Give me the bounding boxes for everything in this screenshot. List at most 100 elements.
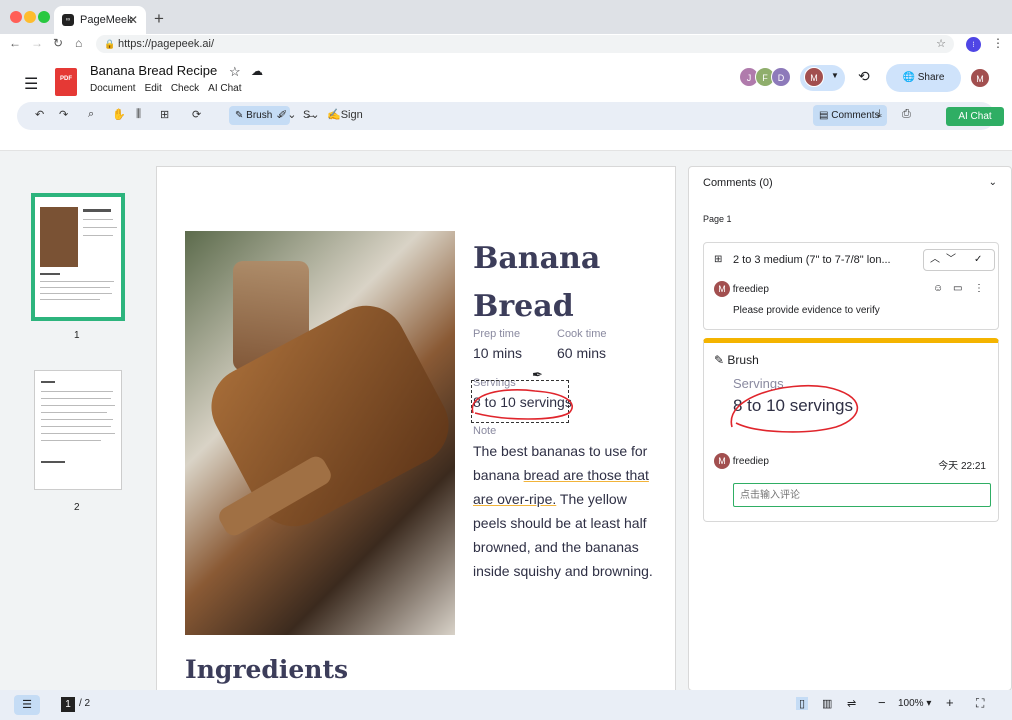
user-presence-dropdown[interactable]: M ▼ bbox=[800, 65, 845, 91]
browser-menu-icon[interactable]: ⋮ bbox=[992, 36, 1004, 50]
menu-document[interactable]: Document bbox=[90, 83, 136, 94]
comments-page-label: Page 1 bbox=[703, 214, 732, 224]
zoom-out-icon[interactable]: − bbox=[878, 695, 886, 710]
reload-icon[interactable]: ↻ bbox=[53, 36, 63, 50]
url-field[interactable]: 🔒 https://pagepeek.ai/ ☆ bbox=[96, 35, 954, 53]
thumbnail-label-2: 2 bbox=[74, 502, 80, 513]
comments-header: Comments (0) bbox=[703, 177, 773, 189]
download-icon[interactable]: ⤓ bbox=[877, 108, 882, 121]
bookmark-star-icon[interactable]: ☆ bbox=[936, 35, 946, 53]
comment-input[interactable] bbox=[733, 483, 991, 507]
browser-tab-strip: ∞ PageMeek ✕ + bbox=[0, 0, 1012, 34]
share-button[interactable]: 🌐 Share bbox=[886, 64, 961, 92]
collaborator-avatar[interactable]: D bbox=[771, 67, 791, 87]
fullscreen-icon[interactable]: ⛶ bbox=[976, 696, 984, 711]
close-tab-icon[interactable]: ✕ bbox=[128, 13, 138, 27]
commenter-avatar: M bbox=[714, 453, 730, 469]
print-icon[interactable]: ⎙ bbox=[902, 108, 911, 121]
comment-author: M freediep bbox=[714, 281, 769, 297]
comment-note-icon: ⊞ bbox=[714, 254, 723, 265]
banana-bread-photo bbox=[185, 231, 463, 635]
select-text-icon[interactable]: ⫼ bbox=[136, 108, 141, 121]
highlighter-icon[interactable]: ✐⌄ bbox=[278, 108, 296, 121]
document-title[interactable]: Banana Bread Recipe bbox=[90, 63, 217, 78]
strikethrough-icon[interactable]: S̶⌄ bbox=[303, 108, 320, 121]
workspace: 1 2 Banana Bread Prep time 10 mins Cook t… bbox=[0, 150, 1012, 691]
current-user-avatar: M bbox=[804, 67, 824, 87]
brush-annotation-card[interactable]: ✎ Brush Servings 8 to 10 servings M free… bbox=[703, 338, 999, 522]
page-thumbnail-2[interactable] bbox=[34, 370, 122, 490]
comment-text: Please provide evidence to verify bbox=[733, 305, 880, 316]
reply-icon[interactable]: ▭ bbox=[953, 283, 962, 294]
account-avatar[interactable]: M bbox=[970, 68, 990, 88]
home-icon[interactable]: ⌂ bbox=[75, 36, 82, 50]
cloud-sync-icon[interactable]: ☁ bbox=[251, 64, 263, 78]
menu-edit[interactable]: Edit bbox=[145, 83, 162, 94]
rotate-icon[interactable]: ⟳ bbox=[192, 108, 201, 121]
annotation-type: ✎ Brush bbox=[714, 353, 759, 367]
comment-card[interactable]: ⊞ 2 to 3 medium (7" to 7-7/8" lon... ︿ ﹀… bbox=[703, 242, 999, 330]
zoom-search-icon[interactable]: ⌕ bbox=[88, 108, 94, 121]
zoom-level-select[interactable]: 100% ▾ bbox=[898, 698, 931, 709]
hand-pan-icon[interactable]: ✋ bbox=[112, 108, 126, 121]
collapse-chevron-icon[interactable]: ⌄ bbox=[989, 177, 997, 188]
menu-ai-chat[interactable]: AI Chat bbox=[208, 83, 241, 94]
app-menu-bar: Document Edit Check AI Chat bbox=[90, 83, 242, 94]
prep-value: 10 mins bbox=[473, 345, 523, 361]
back-icon[interactable]: ← bbox=[9, 36, 21, 50]
app-root: ☰ PDF Banana Bread Recipe ☆ ☁ Document E… bbox=[0, 54, 1012, 720]
note-paragraph: The best bananas to use for banana bread… bbox=[473, 443, 653, 579]
browser-tab[interactable]: ∞ PageMeek ✕ bbox=[54, 6, 146, 34]
commenter-avatar: M bbox=[714, 281, 730, 297]
hamburger-menu-icon[interactable]: ☰ bbox=[24, 74, 38, 94]
tab-title: PageMeek bbox=[80, 14, 133, 26]
zoom-in-icon[interactable]: + bbox=[946, 695, 954, 710]
new-tab-icon[interactable]: + bbox=[154, 9, 164, 29]
pdf-file-icon: PDF bbox=[55, 68, 77, 96]
scroll-view-icon[interactable]: ⇌ bbox=[847, 697, 856, 710]
brush-icon: ✎ bbox=[714, 353, 728, 367]
sign-icon: ✍ bbox=[327, 109, 341, 121]
brush-annotation-stroke[interactable] bbox=[465, 373, 581, 427]
chevron-up-icon[interactable]: ︿ bbox=[930, 250, 940, 270]
favorite-star-icon[interactable]: ☆ bbox=[229, 64, 241, 80]
dual-page-view-icon[interactable]: ▥ bbox=[822, 697, 832, 710]
lock-icon: 🔒 bbox=[104, 39, 116, 49]
comments-panel: Comments (0) ⌄ Page 1 ⊞ 2 to 3 medium (7… bbox=[688, 166, 1012, 691]
forward-icon[interactable]: → bbox=[31, 36, 43, 50]
page-thumbnail-1[interactable] bbox=[31, 193, 125, 321]
undo-icon[interactable]: ↶ bbox=[35, 108, 44, 121]
fit-width-icon[interactable]: ⊞ bbox=[160, 108, 169, 121]
url-text: https://pagepeek.ai/ bbox=[118, 38, 215, 50]
ai-chat-button[interactable]: AI Chat bbox=[946, 107, 1004, 126]
thumbnail-photo bbox=[40, 207, 78, 267]
page-number-input[interactable]: 1 bbox=[61, 697, 75, 712]
minimize-window-dot[interactable] bbox=[24, 11, 36, 23]
brush-icon: ✎ bbox=[235, 110, 247, 121]
cook-value: 60 mins bbox=[557, 345, 607, 361]
more-options-icon[interactable]: ⋮ bbox=[974, 283, 984, 294]
comments-toggle-button[interactable]: ▤ Comments bbox=[813, 105, 887, 126]
close-window-dot[interactable] bbox=[10, 11, 22, 23]
single-page-view-icon[interactable]: ▯ bbox=[796, 697, 809, 710]
pdf-page: Banana Bread Prep time 10 mins Cook time … bbox=[156, 166, 676, 691]
site-favicon-icon: ∞ bbox=[62, 14, 74, 26]
sign-button[interactable]: ✍Sign bbox=[327, 108, 363, 121]
thumbnail-list-toggle-icon[interactable]: ☰ bbox=[14, 695, 40, 715]
emoji-icon[interactable]: ☺ bbox=[933, 283, 943, 294]
redo-icon[interactable]: ↷ bbox=[59, 108, 68, 121]
comments-label: Comments bbox=[831, 110, 880, 121]
chevron-down-icon[interactable]: ﹀ bbox=[946, 250, 956, 270]
comment-icon: ▤ bbox=[819, 110, 832, 121]
sign-label: Sign bbox=[340, 109, 363, 121]
note-label: Note bbox=[473, 425, 497, 437]
resolve-check-icon[interactable]: ✓ bbox=[974, 250, 982, 270]
comment-nav-group: ︿ ﹀ ✓ bbox=[923, 249, 995, 271]
pen-cursor-icon: ✒ bbox=[532, 367, 543, 382]
history-icon[interactable]: ⟲ bbox=[858, 68, 870, 85]
menu-check[interactable]: Check bbox=[171, 83, 199, 94]
bottom-status-bar: ☰ 1 / 2 ▯ ▥ ⇌ − 100% ▾ + ⛶ bbox=[0, 690, 1012, 720]
extension-icon[interactable]: ⁝ bbox=[966, 37, 981, 52]
thumbnail-label-1: 1 bbox=[74, 330, 80, 341]
maximize-window-dot[interactable] bbox=[38, 11, 50, 23]
